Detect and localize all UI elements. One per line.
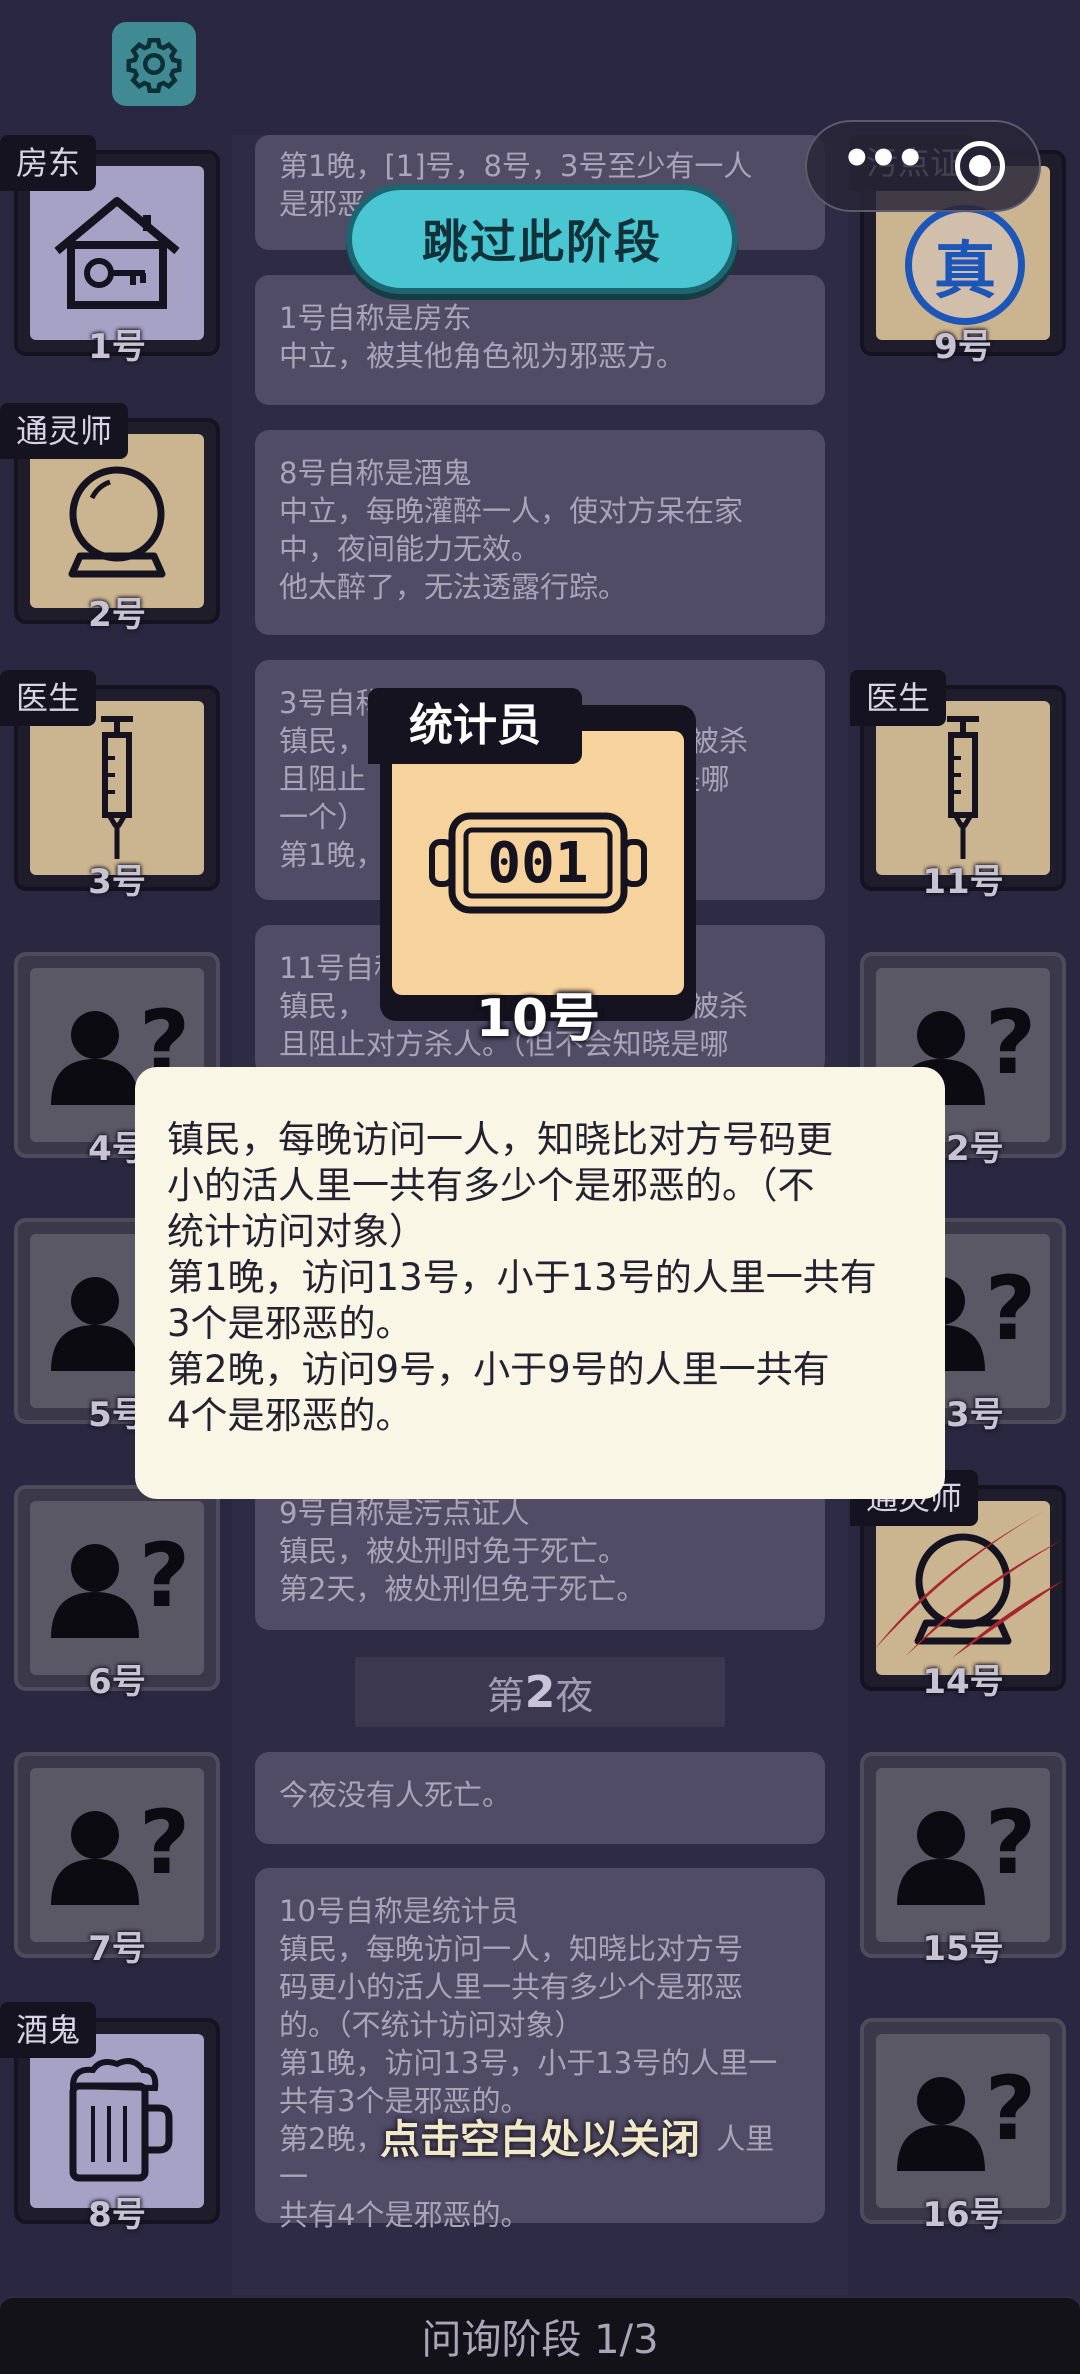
counter-icon: 001 [429, 812, 647, 914]
svg-text:?: ? [985, 995, 1033, 1094]
unknown-player-icon: ? [51, 1795, 187, 1905]
role-tag: 酒鬼 [0, 2002, 97, 2058]
phase-label: 问询阶段 1/3 [421, 2317, 659, 2363]
player-number: 15号 [922, 1929, 1004, 1969]
player-number: 3号 [88, 862, 146, 902]
target-icon[interactable] [954, 141, 1005, 191]
player-tile-7[interactable]: ? 7号 [14, 1752, 220, 1969]
night-prefix: 第 [486, 1673, 525, 1718]
log-text: 今夜没有人死亡。 [279, 1778, 512, 1812]
player-number: 11号 [922, 862, 1004, 902]
log-text: 8号自称是酒鬼 中立，每晚灌醉一人，使对方呆在家 中，夜间能力无效。 他太醉了，… [279, 456, 744, 604]
real-badge-icon: 真 [905, 205, 1025, 325]
popup-text: 镇民，每晚访问一人，知晓比对方号码更 小的活人里一共有多少个是邪恶的。（不 统计… [167, 1118, 877, 1437]
svg-text:?: ? [985, 1795, 1033, 1894]
log-text: 10号自称是统计员 镇民，每晚访问一人，知晓比对方号 码更小的活人里一共有多少个… [279, 1894, 778, 2232]
log-entry: 8号自称是酒鬼 中立，每晚灌醉一人，使对方呆在家 中，夜间能力无效。 他太醉了，… [255, 430, 825, 635]
house-key-icon [54, 197, 180, 309]
svg-text:?: ? [985, 2061, 1033, 2160]
more-dots-icon[interactable]: ••• [841, 135, 925, 183]
night-divider: 第2夜 [355, 1657, 725, 1727]
role-tag: 医生 [850, 670, 947, 726]
skip-phase-button[interactable]: 跳过此阶段 [346, 184, 738, 294]
player-tile-6[interactable]: ? 6号 [14, 1485, 220, 1702]
beer-mug-icon [69, 2058, 173, 2182]
settings-button[interactable] [112, 22, 196, 106]
player-tile-16[interactable]: ? 16号 [860, 2018, 1066, 2235]
gear-icon [126, 38, 182, 93]
real-badge-text: 真 [933, 234, 996, 307]
phase-bar: 问询阶段 1/3 [0, 2296, 1080, 2374]
statistician-role-tag: 统计员 [368, 688, 582, 764]
unknown-player-icon: ? [897, 2061, 1033, 2171]
log-entry: 1号自称是房东 中立，被其他角色视为邪恶方。 [255, 275, 825, 405]
log-text: 9号自称是污点证人 镇民，被处刑时免于死亡。 第2天，被处刑但免于死亡。 [279, 1496, 646, 1606]
syringe-icon [101, 716, 133, 859]
log-text: 1号自称是房东 中立，被其他角色视为邪恶方。 [279, 301, 686, 373]
player-tile-15[interactable]: ? 15号 [860, 1752, 1066, 1969]
syringe-icon [947, 716, 979, 859]
role-tag: 通灵师 [0, 403, 129, 459]
player-number: 6号 [88, 1662, 146, 1702]
role-tag: 房东 [0, 135, 97, 191]
night-number: 2 [524, 1666, 556, 1718]
role-tag: 医生 [0, 670, 97, 726]
log-entry: 今夜没有人死亡。 [255, 1752, 825, 1844]
crystal-ball-icon [68, 466, 166, 578]
mini-program-capsule[interactable]: ••• [805, 120, 1041, 212]
svg-text:?: ? [139, 1528, 187, 1627]
player-number: 7号 [88, 1929, 146, 1969]
unknown-player-icon: ? [897, 1795, 1033, 1905]
close-hint[interactable]: 点击空白处以关闭 [232, 2107, 848, 2165]
player-number: 16号 [922, 2195, 1004, 2235]
log-entry: 9号自称是污点证人 镇民，被处刑时免于死亡。 第2天，被处刑但免于死亡。 [255, 1480, 825, 1630]
unknown-player-icon: ? [51, 1528, 187, 1638]
night-suffix: 夜 [555, 1673, 594, 1718]
player-number: 8号 [88, 2195, 146, 2235]
counter-digits: 001 [487, 831, 588, 896]
claw-slash-icon [874, 1510, 1064, 1658]
svg-text:?: ? [985, 1261, 1033, 1360]
player-number: 2号 [88, 595, 146, 635]
role-description-popup: 镇民，每晚访问一人，知晓比对方号码更 小的活人里一共有多少个是邪恶的。（不 统计… [135, 1067, 945, 1499]
player-number: 1号 [88, 327, 146, 367]
player-number: 14号 [922, 1662, 1004, 1702]
game-screen: 第1晚，[1]号，8号，3号至少有一人 是邪恶 1号自称是房东 中立，被其他角色… [0, 0, 1080, 2374]
log-entry: 10号自称是统计员 镇民，每晚访问一人，知晓比对方号 码更小的活人里一共有多少个… [255, 1868, 825, 2232]
player-number: 9号 [934, 327, 992, 367]
svg-text:?: ? [139, 1795, 187, 1894]
statistician-number: 10号 [475, 989, 601, 1049]
